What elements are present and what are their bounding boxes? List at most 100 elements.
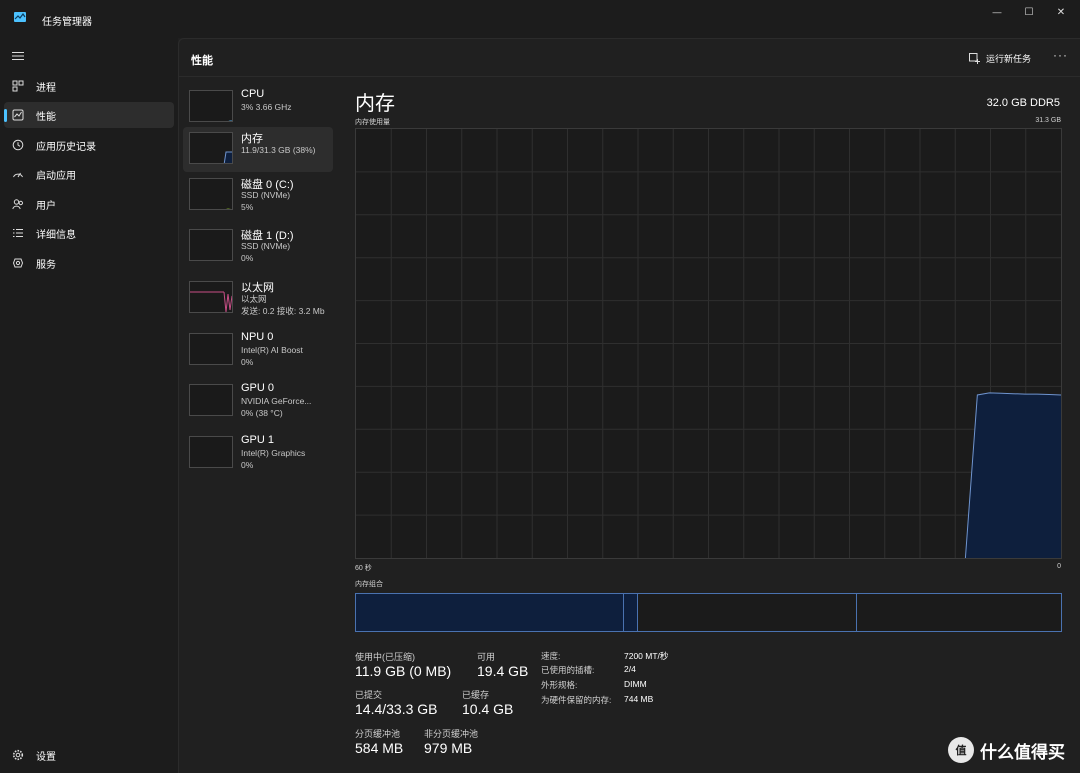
sidebar-item-label: 详细信息	[36, 229, 76, 241]
device-detail: SSD (NVMe)	[241, 241, 291, 251]
sidebar-item-processes[interactable]: 进程	[4, 73, 174, 99]
sidebar-item-app-history[interactable]: 应用历史记录	[4, 132, 174, 158]
device-name: CPU	[241, 88, 265, 100]
device-usage: 5%	[241, 202, 254, 212]
sidebar-item-settings[interactable]: 设置	[4, 742, 174, 768]
speed-value: 7200 MT/秒	[624, 651, 669, 661]
sidebar-item-label: 服务	[36, 259, 56, 271]
memory-usage-chart	[356, 129, 1061, 558]
processes-icon	[12, 80, 24, 92]
device-item-ethernet[interactable]: 以太网 以太网 发送: 0.2 接收: 3.2 Mb	[183, 276, 333, 321]
device-item-disk-1[interactable]: 磁盘 1 (D:) SSD (NVMe) 0%	[183, 224, 333, 269]
gpu-1-thumbnail	[189, 436, 233, 468]
hamburger-menu-icon[interactable]	[12, 50, 24, 62]
form-factor-value: DIMM	[624, 679, 647, 689]
composition-in-use	[356, 594, 624, 631]
device-detail: 11.9/31.3 GB (38%)	[241, 145, 316, 155]
composition-standby	[638, 594, 857, 631]
services-icon	[12, 258, 24, 268]
device-item-memory[interactable]: 内存 11.9/31.3 GB (38%)	[183, 127, 333, 172]
device-item-cpu[interactable]: CPU 3% 3.66 GHz	[183, 85, 333, 130]
committed-value: 14.4/33.3 GB	[355, 701, 438, 717]
hardware-reserved-key: 为硬件保留的内存:	[541, 695, 612, 705]
device-item-gpu-0[interactable]: GPU 0 NVIDIA GeForce... 0% (38 °C)	[183, 379, 333, 424]
usage-graph-max: 31.3 GB	[1035, 117, 1061, 124]
time-axis-right-label: 0	[1057, 563, 1061, 570]
users-icon	[12, 199, 24, 210]
device-throughput: 发送: 0.2 接收: 3.2 Mb	[241, 306, 325, 316]
device-name: 内存	[241, 133, 263, 145]
disk-1-thumbnail	[189, 229, 233, 261]
run-task-icon	[969, 52, 980, 64]
sidebar-item-label: 应用历史记录	[36, 141, 96, 153]
memory-thumbnail	[189, 132, 233, 164]
device-item-gpu-1[interactable]: GPU 1 Intel(R) Graphics 0%	[183, 431, 333, 476]
details-icon	[13, 229, 23, 237]
device-detail: SSD (NVMe)	[241, 190, 291, 200]
usage-graph-label: 内存使用量	[355, 119, 390, 126]
composition-label: 内存组合	[355, 581, 383, 588]
performance-icon	[12, 109, 24, 121]
device-name: GPU 1	[241, 434, 275, 446]
watermark-logo: 值	[948, 737, 974, 763]
available-label: 可用	[477, 652, 496, 662]
ethernet-thumbnail	[189, 281, 233, 313]
device-detail: 以太网	[241, 294, 267, 304]
memory-composition-bar	[355, 593, 1062, 632]
memory-usage-graph	[355, 128, 1062, 559]
device-item-disk-0[interactable]: 磁盘 0 (C:) SSD (NVMe) 5%	[183, 173, 333, 218]
device-detail: 3% 3.66 GHz	[241, 102, 292, 112]
sidebar-item-label: 启动应用	[36, 170, 76, 182]
minimize-icon: —	[992, 7, 1002, 17]
title-bar: 任务管理器 — ☐ ✕	[0, 0, 1080, 38]
composition-modified	[623, 594, 638, 631]
paged-pool-value: 584 MB	[355, 740, 404, 756]
close-button[interactable]: ✕	[1042, 0, 1080, 24]
device-usage: 0% (38 °C)	[241, 408, 283, 418]
sidebar-item-performance[interactable]: 性能	[4, 102, 174, 128]
device-name: GPU 0	[241, 382, 275, 394]
window-title: 任务管理器	[42, 17, 92, 28]
more-options-icon[interactable]: ···	[1053, 48, 1068, 62]
in-use-value: 11.9 GB (0 MB)	[355, 663, 452, 679]
slots-value: 2/4	[624, 664, 636, 674]
committed-label: 已提交	[355, 690, 383, 700]
main-panel: 性能 运行新任务 ··· CPU 3% 3.66 GHz 内存 11.9/31.…	[178, 38, 1080, 773]
sidebar-item-label: 进程	[36, 82, 56, 94]
cached-label: 已缓存	[462, 690, 490, 700]
cached-value: 10.4 GB	[462, 701, 514, 717]
slots-key: 已使用的插槽:	[541, 665, 595, 675]
memory-usage-area	[965, 392, 1061, 558]
run-task-label: 运行新任务	[986, 53, 1032, 64]
paged-pool-label: 分页缓冲池	[355, 729, 401, 739]
sidebar-item-details[interactable]: 详细信息	[4, 220, 174, 246]
watermark-text: 什么值得买	[980, 742, 1065, 762]
in-use-label: 使用中(已压缩)	[355, 652, 415, 662]
device-usage: 0%	[241, 253, 254, 263]
task-manager-icon	[14, 12, 26, 22]
nonpaged-pool-label: 非分页缓冲池	[424, 729, 479, 739]
maximize-icon: ☐	[1024, 6, 1034, 18]
hardware-reserved-value: 744 MB	[624, 694, 654, 704]
available-value: 19.4 GB	[477, 663, 529, 679]
gpu-0-thumbnail	[189, 384, 233, 416]
composition-free	[857, 594, 1061, 631]
device-name: NPU 0	[241, 331, 274, 343]
app-history-icon	[12, 139, 24, 151]
device-usage: 0%	[241, 460, 254, 470]
sidebar-item-users[interactable]: 用户	[4, 191, 174, 217]
sidebar-item-label: 设置	[36, 751, 56, 763]
cpu-thumbnail	[189, 90, 233, 122]
device-detail: NVIDIA GeForce...	[241, 396, 312, 406]
memory-spec: 32.0 GB DDR5	[986, 97, 1060, 109]
close-icon: ✕	[1056, 6, 1066, 18]
gear-icon	[12, 749, 24, 761]
run-new-task-button[interactable]: 运行新任务	[969, 48, 1031, 68]
sidebar-item-services[interactable]: 服务	[4, 250, 174, 276]
device-detail: Intel(R) AI Boost	[241, 345, 303, 355]
sidebar-item-startup-apps[interactable]: 启动应用	[4, 161, 174, 187]
device-usage: 0%	[241, 357, 254, 367]
page-title: 性能	[191, 55, 213, 67]
speed-key: 速度:	[541, 651, 561, 661]
device-item-npu-0[interactable]: NPU 0 Intel(R) AI Boost 0%	[183, 328, 333, 373]
